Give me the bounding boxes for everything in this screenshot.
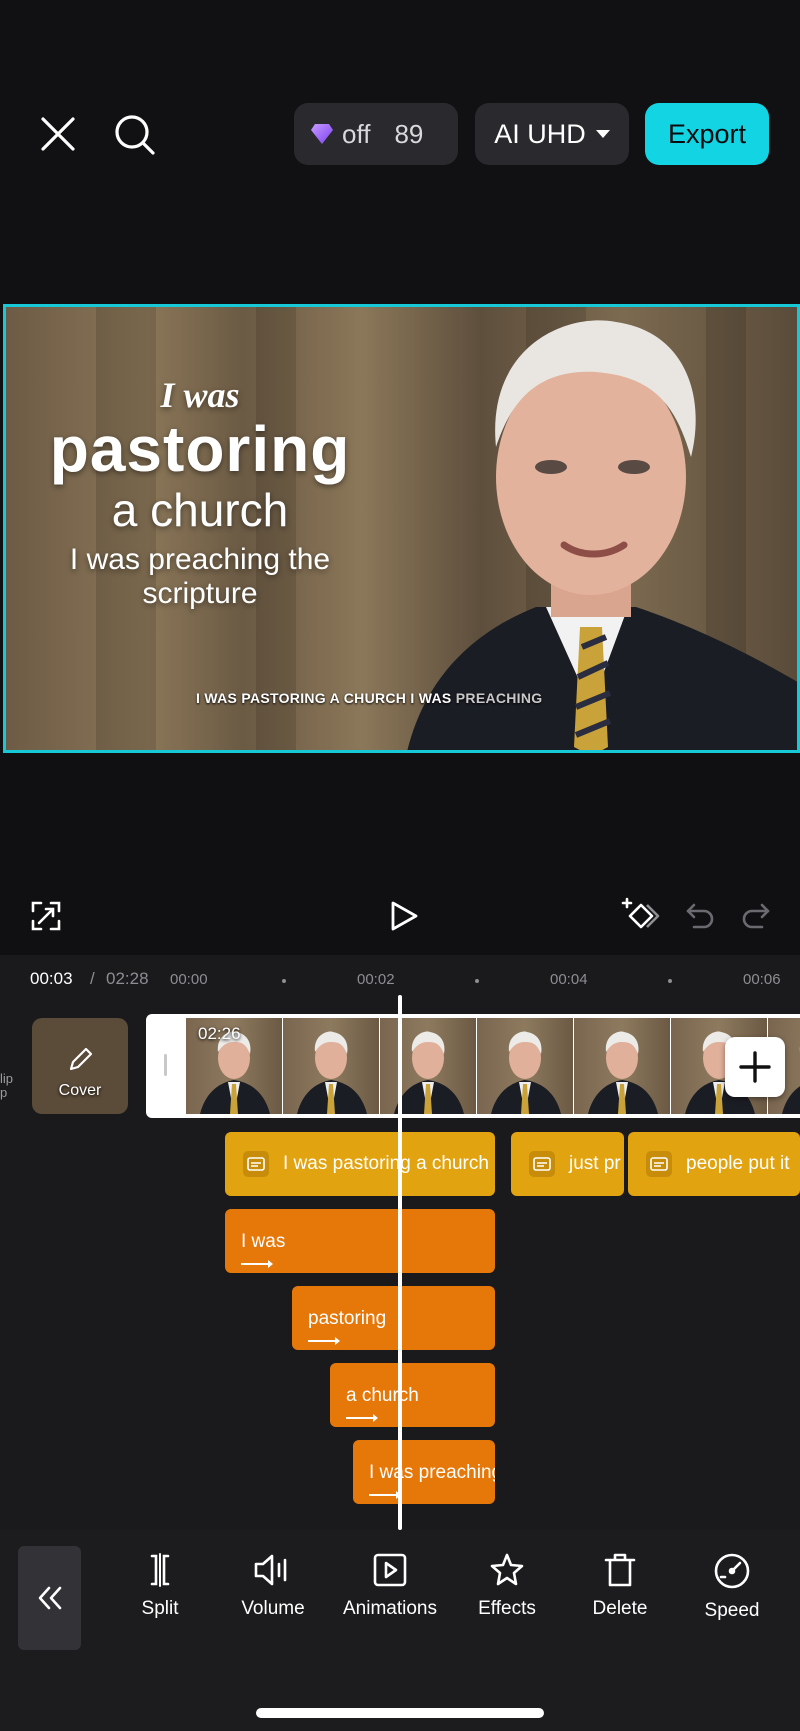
trim-handle-left[interactable] [164,1054,167,1076]
clip-thumbnail [477,1018,573,1114]
volume-tool[interactable]: Volume [213,1552,333,1620]
clip-thumbnails [186,1018,800,1114]
caption-segment-label: just pr [569,1153,621,1174]
undo-icon[interactable] [680,896,720,936]
delete-tool[interactable]: Delete [560,1552,680,1620]
title-line: scripture [142,577,258,610]
player-controls [0,880,800,950]
quality-label: AI UHD [494,118,586,149]
ruler-tick: 00:04 [550,971,588,988]
bottom-toolbar: Split Volume Animations Effects Delete S… [0,1530,800,1731]
clip-duration: 02:26 [198,1024,241,1043]
diamond-icon [311,124,333,144]
caption-icon [646,1151,672,1177]
pro-count: 89 [394,118,424,149]
video-track-clip[interactable]: 02:26 [146,1014,800,1118]
tool-label: Animations [343,1598,437,1619]
caret-down-icon [595,130,610,138]
animation-arrow-icon [241,1260,273,1268]
ruler-dot [475,979,479,983]
cover-label: Cover [58,1082,102,1099]
playhead[interactable] [398,995,402,1530]
caption-icon [529,1151,555,1177]
caption-segment-label: people put it [686,1153,790,1174]
close-icon[interactable] [34,110,82,158]
title-line: pastoring [49,413,351,485]
text-segment[interactable]: I was [225,1209,495,1273]
top-bar: off 89 AI UHD Export [0,0,800,300]
pro-badge[interactable]: off 89 [294,103,458,165]
title-overlay: I was pastoring a church I was preaching… [20,373,380,611]
cover-button[interactable]: Cover [32,1018,128,1114]
tool-label: Effects [478,1598,536,1619]
total-time: 02:28 [106,969,149,988]
effects-icon [490,1553,524,1586]
keyframe-icon[interactable] [620,894,664,938]
time-separator: / [90,969,95,988]
pro-label: off [342,118,371,149]
search-icon[interactable] [110,110,160,160]
clip-thumbnail [574,1018,670,1114]
timeline[interactable]: 00:03 / 02:28 00:00 00:02 00:04 00:06 li… [0,955,800,1530]
ruler-dot [668,979,672,983]
export-button[interactable]: Export [645,103,769,165]
redo-icon[interactable] [736,896,776,936]
double-chevron-left-icon [38,1586,61,1610]
plus-icon [739,1051,771,1083]
text-segment[interactable]: pastoring [292,1286,495,1350]
clip-thumbnail [380,1018,476,1114]
ruler-tick: 00:00 [170,971,208,988]
tool-label: Volume [241,1598,305,1619]
speed-tool[interactable]: Speed [672,1552,792,1622]
subtitle-caption: I WAS PASTORING A CHURCH I WAS PREACHING [196,690,542,706]
trash-icon [604,1553,636,1587]
animation-arrow-icon [346,1414,378,1422]
tool-label: Speed [704,1600,760,1621]
tool-label: Delete [592,1598,648,1619]
video-preview[interactable]: I was pastoring a church I was preaching… [3,304,800,753]
speed-icon [714,1553,750,1589]
tool-label: Split [141,1598,179,1619]
split-tool[interactable]: Split [100,1552,220,1620]
caption-upcoming-text: PREACHING [451,690,543,706]
time-row: 00:03 / 02:28 00:00 00:02 00:04 00:06 [0,967,800,997]
effects-tool[interactable]: Effects [447,1552,567,1620]
title-line: I was preaching the [69,543,331,576]
caption-segment[interactable]: I was pastoring a church [225,1132,495,1196]
quality-dropdown[interactable]: AI UHD [475,103,629,165]
current-time: 00:03 [30,969,73,988]
home-indicator[interactable] [256,1708,544,1718]
ruler-tick: 00:02 [357,971,395,988]
caption-icon [243,1151,269,1177]
collapse-toolbar-button[interactable] [18,1546,81,1650]
pencil-icon [69,1047,93,1071]
caption-segment[interactable]: people put it [628,1132,800,1196]
animations-icon [373,1553,407,1587]
animation-arrow-icon [308,1337,340,1345]
caption-text: I WAS PASTORING A CHURCH I WAS [196,690,452,706]
add-clip-button[interactable] [725,1037,785,1097]
caption-segment[interactable]: just pr [511,1132,624,1196]
text-segment-label: I was [241,1231,286,1252]
title-line: I was [160,375,240,415]
animation-arrow-icon [369,1491,401,1499]
text-segment[interactable]: I was preaching [353,1440,495,1504]
title-line: a church [111,484,289,536]
play-icon[interactable] [384,896,424,936]
volume-icon [254,1554,287,1586]
clip-thumbnail [283,1018,379,1114]
side-clip-label: lip p [0,1071,14,1100]
text-segment-label: a church [346,1385,419,1406]
split-icon [150,1553,170,1587]
ruler-tick: 00:06 [743,971,781,988]
text-segment-label: I was preaching [369,1462,495,1483]
fullscreen-icon[interactable] [26,896,66,936]
ruler-dot [282,979,286,983]
animations-tool[interactable]: Animations [330,1552,450,1620]
text-segment[interactable]: a church [330,1363,495,1427]
speaker-figure [407,320,797,750]
caption-segment-label: I was pastoring a church [283,1153,489,1174]
text-segment-label: pastoring [308,1308,387,1329]
